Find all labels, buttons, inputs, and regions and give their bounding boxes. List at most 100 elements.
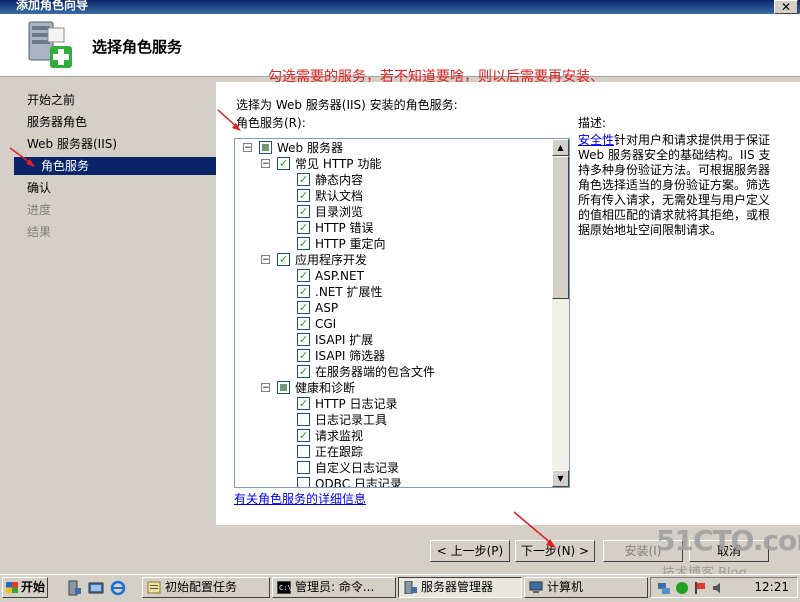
tree-checkbox[interactable]: ✓: [297, 189, 310, 202]
windows-logo-icon: [6, 582, 18, 593]
description-body: 针对用户和请求提供用于保证 Web 服务器安全的基础结构。IIS 支持多种身份验…: [578, 133, 771, 237]
tree-row-label: 日志记录工具: [315, 413, 388, 427]
window-title-bar[interactable]: 添加角色向导 ✕: [0, 0, 800, 14]
tree-collapse-icon[interactable]: −: [261, 383, 270, 393]
nav-item-role-services[interactable]: 角色服务: [14, 157, 216, 175]
tree-checkbox[interactable]: [297, 461, 310, 474]
tree-row-label: 请求监视: [315, 429, 364, 443]
tree-row-label: 自定义日志记录: [315, 461, 400, 475]
role-services-tree[interactable]: − Web 服务器 − ✓ 常见 HTTP 功能 ✓ 静态内容 ✓ 默认文档 ✓ 目录浏览 ✓ HTTP…: [234, 138, 570, 488]
tree-row-label: ODBC 日志记录: [315, 477, 402, 488]
tree-checkbox[interactable]: ✓: [297, 365, 310, 378]
task-initial-configuration[interactable]: 初始配置任务: [142, 577, 270, 598]
tree-checkbox[interactable]: ✓: [297, 301, 310, 314]
tree-row-label: HTTP 日志记录: [315, 397, 398, 411]
tree-row-label: ISAPI 扩展: [315, 333, 374, 347]
role-services-label: 角色服务(R):: [236, 116, 306, 130]
tree-row-label: HTTP 重定向: [315, 237, 386, 251]
tree-checkbox[interactable]: ✓: [297, 317, 310, 330]
computer-icon: [529, 581, 543, 593]
tree-checkbox[interactable]: ✓: [297, 333, 310, 346]
vertical-scrollbar[interactable]: ▲ ▼: [552, 139, 569, 487]
tree-checkbox[interactable]: ✓: [297, 397, 310, 410]
taskbar: 开始 初始配置任务 C:\ 管理员: 命令... 服务器管理器 计算机 12:2…: [0, 574, 800, 601]
nav-item-results: 结果: [27, 225, 52, 239]
tree-checkbox[interactable]: [297, 445, 310, 458]
tree-checkbox[interactable]: [259, 141, 272, 154]
tree-row-label: .NET 扩展性: [315, 285, 383, 299]
tree-checkbox[interactable]: ✓: [297, 237, 310, 250]
tree-checkbox[interactable]: ✓: [297, 349, 310, 362]
tree-row-label: 在服务器端的包含文件: [315, 365, 436, 379]
wizard-nav: 开始之前 服务器角色 Web 服务器(IIS) 角色服务 确认 进度 结果: [14, 82, 216, 602]
tree-checkbox[interactable]: ✓: [297, 429, 310, 442]
tree-checkbox[interactable]: ✓: [297, 221, 310, 234]
tray-volume-icon[interactable]: [711, 581, 725, 595]
scroll-down-button[interactable]: ▼: [552, 470, 569, 487]
command-prompt-icon: C:\: [277, 581, 291, 594]
description-label: 描述:: [578, 116, 607, 130]
tray-flag-icon[interactable]: [693, 581, 707, 595]
nav-item-progress: 进度: [27, 203, 52, 217]
task-label: 服务器管理器: [421, 580, 494, 594]
intro-text: 选择为 Web 服务器(IIS) 安装的角色服务:: [236, 98, 458, 112]
svg-text:C:\: C:\: [279, 584, 291, 592]
scroll-thumb[interactable]: [552, 156, 569, 299]
server-manager-quicklaunch-icon[interactable]: [66, 580, 82, 596]
tree-row-label: 应用程序开发: [295, 253, 368, 267]
config-task-icon: [147, 581, 161, 594]
tree-checkbox[interactable]: ✓: [297, 205, 310, 218]
nav-item-server-roles[interactable]: 服务器角色: [27, 113, 87, 131]
tree-row-label: ASP: [315, 301, 339, 315]
tree-row-label: HTTP 错误: [315, 221, 374, 235]
task-label: 计算机: [547, 580, 584, 594]
clock[interactable]: 12:21: [754, 580, 789, 594]
tree-row-label: CGI: [315, 317, 337, 331]
tray-security-icon[interactable]: [675, 581, 689, 595]
nav-item-before-you-begin[interactable]: 开始之前: [27, 91, 75, 109]
nav-item-web-server-iis[interactable]: Web 服务器(IIS): [27, 135, 117, 153]
task-computer[interactable]: 计算机: [524, 577, 648, 598]
tree-row-label: ISAPI 筛选器: [315, 349, 386, 363]
task-label: 初始配置任务: [165, 580, 238, 594]
tree-row-label: 常见 HTTP 功能: [295, 157, 382, 171]
next-button[interactable]: 下一步(N) >: [515, 540, 595, 562]
task-label: 管理员: 命令...: [295, 580, 375, 594]
cancel-button[interactable]: 取消: [689, 540, 769, 562]
page-title: 选择角色服务: [92, 38, 183, 56]
tree-collapse-icon[interactable]: −: [243, 143, 252, 153]
previous-button[interactable]: < 上一步(P): [430, 540, 510, 562]
server-role-icon: [28, 21, 72, 68]
nav-item-confirmation[interactable]: 确认: [27, 179, 51, 197]
install-button: 安装(I): [603, 540, 683, 562]
window-title: 添加角色向导: [16, 0, 89, 12]
task-server-manager[interactable]: 服务器管理器: [398, 577, 522, 598]
tree-row-label: 正在跟踪: [315, 445, 364, 459]
tree-checkbox[interactable]: ✓: [297, 269, 310, 282]
tree-checkbox[interactable]: [297, 413, 310, 426]
tree-collapse-icon[interactable]: −: [261, 159, 270, 169]
start-label: 开始: [21, 580, 46, 594]
scroll-up-button[interactable]: ▲: [552, 139, 569, 156]
tree-checkbox[interactable]: ✓: [277, 253, 290, 266]
tree-checkbox[interactable]: ✓: [297, 173, 310, 186]
server-manager-icon: [404, 581, 417, 594]
tree-collapse-icon[interactable]: −: [261, 255, 270, 265]
tree-row-label: 目录浏览: [315, 205, 364, 219]
system-tray: 12:21: [650, 577, 798, 598]
tree-checkbox[interactable]: ✓: [277, 157, 290, 170]
show-desktop-icon[interactable]: [88, 580, 104, 596]
tray-network-icon[interactable]: [657, 581, 671, 595]
start-button[interactable]: 开始: [2, 577, 48, 598]
tree-checkbox[interactable]: [297, 477, 310, 487]
tree-row-label: 健康和诊断: [295, 381, 356, 395]
close-button[interactable]: ✕: [774, 0, 798, 14]
internet-explorer-icon[interactable]: [110, 580, 126, 596]
more-info-link[interactable]: 有关角色服务的详细信息: [234, 490, 366, 507]
security-link[interactable]: 安全性: [578, 133, 614, 147]
tree-checkbox[interactable]: ✓: [297, 285, 310, 298]
tree-checkbox[interactable]: [277, 381, 290, 394]
task-admin-command[interactable]: C:\ 管理员: 命令...: [272, 577, 396, 598]
tree-row-label: 默认文档: [315, 189, 364, 203]
tree-row-label: ASP.NET: [315, 269, 364, 283]
